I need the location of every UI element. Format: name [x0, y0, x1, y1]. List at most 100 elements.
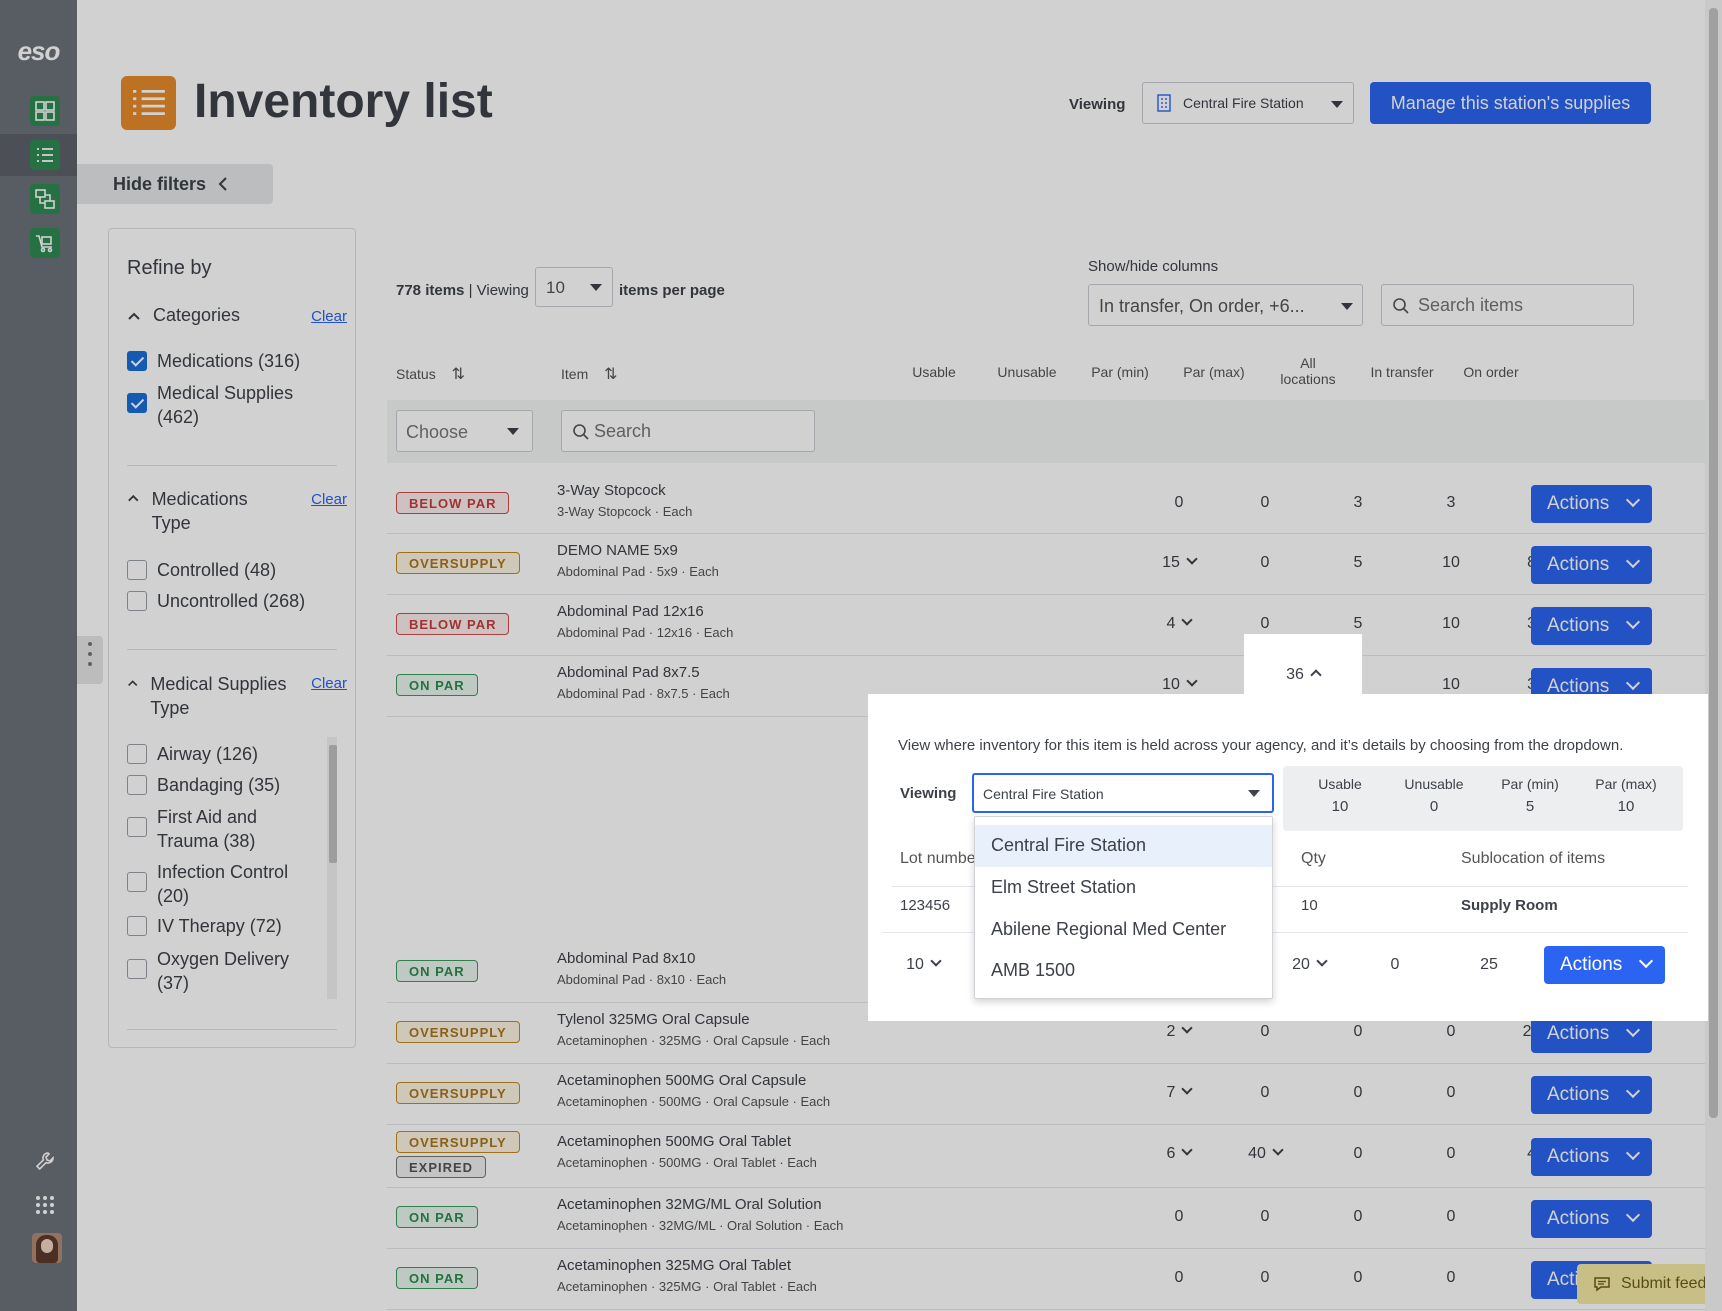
usable-cell: 0	[1174, 1208, 1184, 1225]
item-search-input[interactable]	[594, 421, 794, 442]
medical-supplies-label: Medical Supplies (462)	[157, 383, 294, 427]
col-status[interactable]: Status ⇅	[396, 364, 465, 384]
sublocation-header: Sublocation of items	[1461, 850, 1606, 867]
actions-button[interactable]: Actions	[1531, 1200, 1652, 1238]
usable-cell[interactable]: 7	[1144, 1083, 1214, 1102]
wrench-icon[interactable]	[30, 1146, 60, 1176]
iv-therapy-checkbox[interactable]	[127, 916, 147, 936]
unusable-cell: 0	[1260, 1208, 1270, 1225]
location-dropdown-menu: Central Fire Station Elm Street Station …	[974, 816, 1273, 999]
item-name: Acetaminophen 325MG Oral Tablet	[557, 1257, 792, 1274]
medications-type-clear-link[interactable]: Clear	[311, 491, 347, 508]
uncontrolled-checkbox[interactable]	[127, 591, 147, 611]
viewing-text: Viewing	[476, 282, 529, 299]
status-badge: OVERSUPPLY	[396, 1021, 520, 1043]
actions-button[interactable]: Actions	[1531, 485, 1652, 523]
detail-viewing-label: Viewing	[900, 785, 957, 802]
status-badge: ON PAR	[396, 1206, 478, 1228]
par-max-cell: 0	[1446, 1208, 1456, 1225]
detail-location-select[interactable]: Central Fire Station	[972, 773, 1274, 813]
chevron-up-icon	[1310, 669, 1322, 681]
chevron-down-icon	[1625, 553, 1641, 569]
usable-cell[interactable]: 15	[1144, 553, 1214, 572]
medical-supplies-checkbox[interactable]	[127, 393, 147, 413]
actions-label: Actions	[1547, 1146, 1610, 1167]
showhide-columns-select[interactable]: In transfer, On order, +6...	[1088, 284, 1363, 326]
search-items-input[interactable]	[1418, 295, 1618, 316]
usable-cell: 0	[1174, 1269, 1184, 1286]
unusable-cell: 0	[1260, 494, 1270, 511]
infection-control-checkbox[interactable]	[127, 872, 147, 892]
item-search-field[interactable]	[561, 410, 815, 452]
usable-cell[interactable]: 6	[1144, 1144, 1214, 1163]
actions-button[interactable]: Actions	[1544, 946, 1665, 984]
actions-button[interactable]: Actions	[1531, 1076, 1652, 1114]
apps-grid-icon[interactable]	[30, 1190, 60, 1220]
categories-title: Categories	[153, 305, 241, 325]
medications-label: Medications (316)	[157, 351, 301, 371]
par-max-cell: 10	[1442, 676, 1460, 693]
supplies-type-header[interactable]: Medical Supplies Type	[127, 672, 297, 720]
bandaging-checkbox[interactable]	[127, 775, 147, 795]
location-option-central[interactable]: Central Fire Station	[975, 825, 1272, 867]
medications-type-title: Medications Type	[151, 489, 248, 533]
categories-header[interactable]: Categories	[127, 305, 240, 326]
location-option-abilene[interactable]: Abilene Regional Med Center	[975, 909, 1272, 951]
actions-button[interactable]: Actions	[1531, 546, 1652, 584]
table-row: BELOW PAR Abdominal Pad 12x16 Abdominal Pa…	[387, 595, 1722, 656]
chevron-up-icon	[128, 312, 140, 320]
usable-cell[interactable]: 4	[1144, 614, 1214, 633]
inventory-list-icon[interactable]	[30, 140, 60, 170]
search-items-field[interactable]	[1381, 284, 1634, 326]
oxygen-delivery-checkbox[interactable]	[127, 959, 147, 979]
table-row: OVERSUPPLY Acetaminophen 500MG Oral Capsu…	[387, 1064, 1722, 1125]
unusable-cell[interactable]: 40	[1230, 1144, 1300, 1163]
status-badge: OVERSUPPLY	[396, 1082, 520, 1104]
actions-label: Actions	[1547, 554, 1610, 575]
page-scroll-thumb[interactable]	[1709, 8, 1718, 1118]
actions-label: Actions	[1560, 954, 1623, 975]
actions-button[interactable]: Actions	[1531, 1138, 1652, 1176]
status-badge: ON PAR	[396, 1267, 478, 1289]
cart-icon[interactable]	[30, 228, 60, 258]
medications-checkbox[interactable]	[127, 351, 147, 371]
actions-button[interactable]: Actions	[1531, 607, 1652, 645]
unusable-cell: 0	[1260, 554, 1270, 571]
col-item[interactable]: Item ⇅	[561, 364, 618, 384]
transfer-icon[interactable]	[30, 184, 60, 214]
chevron-down-icon	[1181, 1083, 1194, 1095]
status-filter-select[interactable]: Choose	[396, 410, 533, 452]
usable-cell[interactable]: 2	[1144, 1022, 1214, 1041]
first-aid-checkbox[interactable]	[127, 817, 147, 837]
list-icon	[121, 76, 176, 130]
par-min-cell: 0	[1353, 1208, 1363, 1225]
filter-scroll-thumb[interactable]	[329, 745, 337, 863]
location-option-elm[interactable]: Elm Street Station	[975, 867, 1272, 909]
airway-checkbox[interactable]	[127, 744, 147, 764]
actions-label: Actions	[1547, 493, 1610, 514]
per-page-select[interactable]: 10	[535, 267, 613, 307]
manage-supplies-button[interactable]: Manage this station's supplies	[1370, 82, 1651, 124]
all-locations-expanded-cell[interactable]: 36	[1244, 634, 1362, 696]
submit-feedback-button[interactable]: Submit feedback	[1577, 1264, 1722, 1304]
dashboard-icon[interactable]	[30, 96, 60, 126]
hide-filters-label: Hide filters	[113, 173, 207, 194]
hide-filters-button[interactable]: Hide filters	[77, 164, 273, 204]
controlled-checkbox[interactable]	[127, 560, 147, 580]
supplies-type-clear-link[interactable]: Clear	[311, 675, 347, 692]
page-scrollbar[interactable]	[1705, 0, 1722, 1311]
location-option-amb[interactable]: AMB 1500	[975, 950, 1272, 992]
medications-type-header[interactable]: Medications Type	[127, 487, 277, 535]
par-min-cell: 5	[1353, 615, 1363, 632]
usable-cell: 10	[888, 955, 958, 974]
usable-cell[interactable]: 10	[1144, 675, 1214, 694]
item-name: Acetaminophen 500MG Oral Capsule	[557, 1072, 807, 1089]
par-min-cell: 0	[1353, 1269, 1363, 1286]
chevron-left-icon	[218, 177, 227, 191]
uncontrolled-label: Uncontrolled (268)	[157, 591, 306, 611]
categories-clear-link[interactable]: Clear	[311, 308, 347, 325]
station-select[interactable]: Central Fire Station	[1142, 82, 1354, 124]
station-select-value: Central Fire Station	[1183, 95, 1304, 111]
user-avatar[interactable]	[32, 1233, 62, 1263]
first-aid-label: First Aid and Trauma (38)	[157, 807, 258, 851]
